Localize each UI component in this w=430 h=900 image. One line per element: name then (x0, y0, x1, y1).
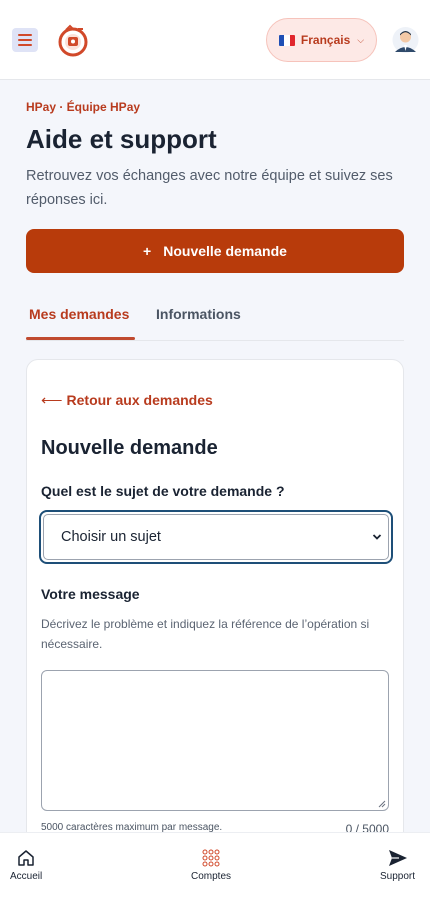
form-title: Nouvelle demande (41, 437, 218, 459)
message-label: Votre message (41, 586, 140, 602)
page-subtitle: Retrouvez vos échanges avec notre équipe… (26, 168, 393, 208)
arrow-left-icon: ⟵ (41, 392, 63, 409)
back-to-requests-link[interactable]: ⟵ Retour aux demandes (41, 391, 213, 409)
nav-label-home: Accueil (10, 871, 43, 882)
subject-select-value: Choisir un sujet (61, 529, 161, 545)
chevron-down-icon: ⌵ (357, 34, 365, 45)
nav-item-home[interactable]: Accueil (10, 849, 42, 882)
language-selector[interactable]: Français ⌵ (266, 18, 377, 62)
new-request-label: Nouvelle demande (163, 243, 287, 259)
language-label: Français (300, 33, 351, 47)
home-icon (18, 850, 34, 866)
send-icon (388, 850, 407, 866)
accounts-grid-icon (202, 849, 220, 867)
message-textarea[interactable] (41, 670, 389, 811)
plus-icon: + (143, 243, 152, 259)
chevron-down-icon (372, 534, 382, 540)
subject-select-focus-ring: Choisir un sujet (39, 510, 393, 564)
nav-label-support: Support (380, 871, 416, 882)
nav-item-accounts[interactable]: Comptes (191, 849, 231, 882)
new-request-button[interactable]: + Nouvelle demande (26, 229, 404, 273)
message-help-text: Décrivez le problème et indiquez la réfé… (41, 617, 370, 651)
resize-handle-icon[interactable] (378, 800, 386, 808)
subject-select[interactable]: Choisir un sujet (43, 514, 389, 560)
france-flag-icon (278, 34, 295, 46)
nav-label-accounts: Comptes (191, 871, 232, 882)
new-request-card: ⟵ Retour aux demandes Nouvelle demande Q… (26, 359, 404, 899)
top-bar: Français ⌵ (0, 0, 430, 80)
page-title: Aide et support (26, 124, 217, 154)
hamburger-menu-icon[interactable] (12, 28, 38, 52)
tab-my-requests[interactable]: Mes demandes (29, 306, 129, 322)
hpay-logo-icon[interactable] (56, 24, 90, 58)
bottom-navigation: Accueil Comptes Support (0, 832, 430, 900)
user-avatar-icon[interactable] (392, 26, 419, 54)
tab-information[interactable]: Informations (156, 306, 241, 322)
tab-bar: Mes demandes Informations (26, 300, 404, 341)
back-link-label: Retour aux demandes (66, 392, 213, 408)
subject-label: Quel est le sujet de votre demande ? (41, 483, 285, 499)
active-tab-indicator (26, 337, 135, 340)
breadcrumb: HPay · Équipe HPay (26, 100, 141, 114)
nav-item-support[interactable]: Support (380, 849, 415, 882)
